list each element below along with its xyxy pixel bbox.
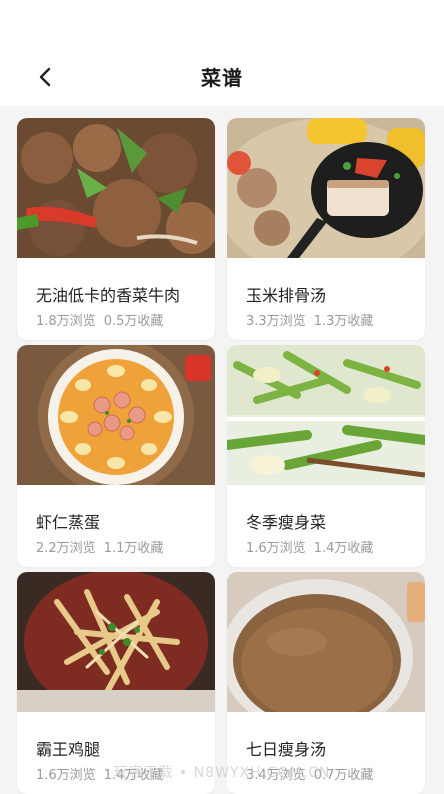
recipe-photo — [227, 345, 425, 485]
favorites-count: 1.3万收藏 — [313, 314, 374, 329]
recipe-photo — [17, 345, 215, 485]
recipe-name: 霸王鸡腿 — [36, 740, 101, 759]
page-title: 菜谱 — [201, 66, 243, 90]
recipe-stats: 1.6万浏览 1.4万收藏 — [246, 537, 373, 556]
recipe-photo — [227, 118, 425, 258]
recipe-name: 虾仁蒸蛋 — [36, 513, 101, 532]
favorites-count: 1.1万收藏 — [103, 541, 164, 556]
recipe-card-winter-slimming-dish[interactable]: 冬季瘦身菜 1.6万浏览 1.4万收藏 — [227, 345, 425, 567]
recipe-photo — [227, 572, 425, 712]
recipe-name: 玉米排骨汤 — [246, 286, 327, 305]
watermark: 玩客下载 • N8WYXH.COM.CN — [113, 765, 331, 781]
recipe-stats: 2.2万浏览 1.1万收藏 — [36, 537, 163, 556]
recipe-card-chicken-leg[interactable]: 霸王鸡腿 1.6万浏览 1.4万收藏 — [17, 572, 215, 794]
recipe-card-shrimp-steamed-egg[interactable]: 虾仁蒸蛋 2.2万浏览 1.1万收藏 — [17, 345, 215, 567]
recipe-name: 无油低卡的香菜牛肉 — [36, 286, 181, 305]
views-count: 2.2万浏览 — [36, 541, 96, 556]
favorites-count: 1.4万收藏 — [313, 541, 374, 556]
recipe-name: 七日瘦身汤 — [246, 740, 327, 759]
recipe-stats: 1.8万浏览 0.5万收藏 — [36, 310, 163, 329]
recipe-card-corn-rib-soup[interactable]: 玉米排骨汤 3.3万浏览 1.3万收藏 — [227, 118, 425, 340]
recipe-name: 冬季瘦身菜 — [246, 513, 327, 532]
recipe-photo — [17, 118, 215, 258]
favorites-count: 0.5万收藏 — [103, 314, 164, 329]
views-count: 3.3万浏览 — [246, 314, 306, 329]
recipe-stats: 3.3万浏览 1.3万收藏 — [246, 310, 373, 329]
top-bar: 菜谱 — [0, 0, 444, 106]
recipe-card-slimming-soup[interactable]: 七日瘦身汤 3.4万浏览 0.7万收藏 — [227, 572, 425, 794]
views-count: 1.6万浏览 — [246, 541, 306, 556]
recipe-photo — [17, 572, 215, 712]
views-count: 1.8万浏览 — [36, 314, 96, 329]
recipe-card-coriander-beef[interactable]: 无油低卡的香菜牛肉 1.8万浏览 0.5万收藏 — [17, 118, 215, 340]
